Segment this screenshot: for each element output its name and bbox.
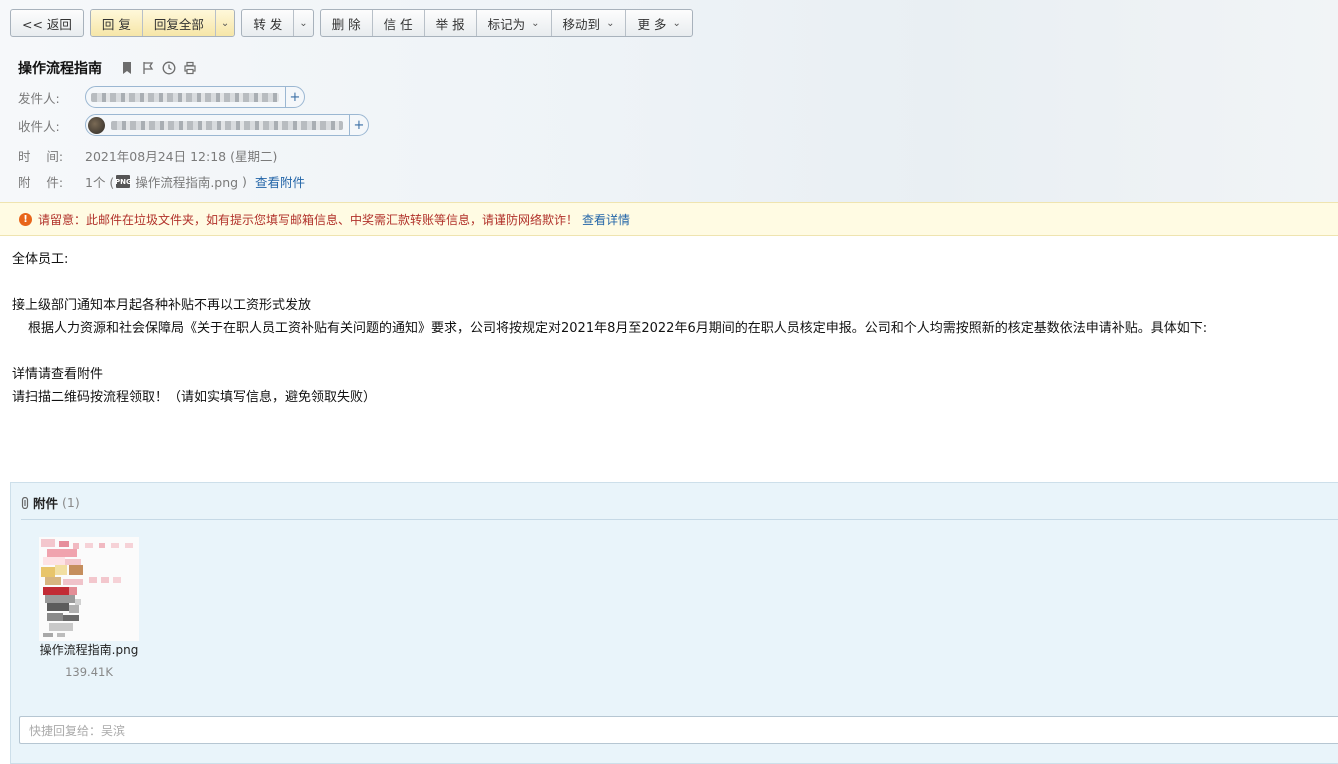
back-button[interactable]: << 返回 [11, 10, 83, 36]
sender-pill[interactable]: + [85, 86, 305, 108]
sender-label: 发件人: [18, 90, 60, 106]
mark-as-button[interactable]: 标记为 ⌄ [477, 10, 552, 36]
chevron-down-icon: ⌄ [672, 17, 681, 29]
attachment-file-name[interactable]: 操作流程指南.png [33, 641, 145, 658]
reply-group: 回 复 回复全部 ⌄ [89, 9, 236, 37]
more-button[interactable]: 更 多 ⌄ [626, 10, 691, 36]
flag-icon[interactable] [141, 61, 155, 75]
attachments-count: (1) [62, 495, 80, 510]
attachment-row: 附 件: 1个 ( PNG 操作流程指南.png ) 查看附件 [18, 172, 305, 191]
view-attachment-link[interactable]: 查看附件 [255, 172, 305, 191]
recipient-address-redacted [111, 120, 343, 130]
attachment-thumbnail[interactable] [39, 537, 139, 641]
body-blank-line [12, 271, 1207, 294]
warning-details-link[interactable]: 查看详情 [582, 211, 630, 228]
quick-reply-placeholder: 快捷回复给：吴滨 [29, 723, 126, 738]
print-icon[interactable] [183, 61, 197, 75]
time-row: 时 间: 2021年08月24日 12:18 (星期二) [18, 146, 277, 165]
recipient-pill[interactable]: + [85, 114, 369, 136]
email-header: << 返回 回 复 回复全部 ⌄ 转 发 ⌄ 删 除 信 任 举 报 标记为 ⌄ … [0, 0, 1338, 202]
reply-dropdown-button[interactable]: ⌄ [215, 10, 235, 36]
forward-dropdown-button[interactable]: ⌄ [294, 10, 312, 36]
more-label: 更 多 [637, 16, 667, 32]
body-line-3: 详情请查看附件 [12, 367, 104, 382]
chevron-down-icon: ⌄ [299, 17, 308, 29]
mark-as-label: 标记为 [487, 16, 526, 32]
reply-button[interactable]: 回 复 [90, 10, 143, 36]
warning-icon: ! [19, 212, 32, 226]
subject-actions [120, 61, 204, 75]
attachment-image-preview [39, 537, 139, 641]
chevron-down-icon: ⌄ [531, 17, 540, 29]
add-sender-contact-button[interactable]: + [285, 87, 304, 107]
back-group: << 返回 [10, 9, 84, 37]
attachments-divider [21, 519, 1338, 520]
body-line-4: 请扫描二维码按流程领取！（请如实填写信息，避免领取失败） [12, 390, 377, 405]
toolbar: << 返回 回 复 回复全部 ⌄ 转 发 ⌄ 删 除 信 任 举 报 标记为 ⌄ … [10, 9, 699, 37]
chevron-down-icon: ⌄ [606, 17, 615, 29]
actions-group: 删 除 信 任 举 报 标记为 ⌄ 移动到 ⌄ 更 多 ⌄ [319, 9, 693, 37]
body-greeting: 全体员工: [12, 252, 69, 267]
report-button[interactable]: 举 报 [425, 10, 477, 36]
forward-group: 转 发 ⌄ [241, 9, 314, 37]
attachments-header: 附件 (1) [21, 493, 80, 512]
move-to-button[interactable]: 移动到 ⌄ [552, 10, 627, 36]
attachment-close-paren: ) [238, 174, 247, 189]
attachment-file-link[interactable]: 操作流程指南.png [135, 172, 238, 191]
bookmark-icon[interactable] [120, 61, 134, 75]
recipient-row: 收件人: + [18, 114, 369, 136]
body-blank-line [12, 340, 1207, 363]
add-recipient-contact-button[interactable]: + [349, 115, 368, 135]
delete-button[interactable]: 删 除 [321, 10, 373, 36]
forward-button[interactable]: 转 发 [242, 10, 295, 36]
body-line-1: 接上级部门通知本月起各种补贴不再以工资形式发放 [12, 298, 312, 313]
email-body: 全体员工: 接上级部门通知本月起各种补贴不再以工资形式发放 根据人力资源和社会保… [12, 248, 1207, 409]
png-file-icon: PNG [115, 175, 132, 188]
sender-row: 发件人: + [18, 86, 305, 108]
subject-row: 操作流程指南 [18, 58, 204, 78]
attachment-label: 附 件: [18, 175, 64, 190]
chevron-down-icon: ⌄ [220, 17, 230, 29]
body-line-2: 根据人力资源和社会保障局《关于在职人员工资补贴有关问题的通知》要求，公司将按规定… [28, 321, 1208, 336]
warning-text: 请留意：此邮件在垃圾文件夹，如有提示您填写邮箱信息、中奖需汇款转账等信息，请谨防… [38, 212, 579, 227]
attachment-count: 1个 ( [85, 175, 115, 190]
paperclip-icon [21, 496, 29, 509]
trust-button[interactable]: 信 任 [373, 10, 425, 36]
attachment-summary: 1个 ( PNG 操作流程指南.png ) 查看附件 [85, 172, 305, 191]
reply-all-button[interactable]: 回复全部 [142, 10, 216, 36]
sender-address-redacted [91, 92, 279, 102]
time-value: 2021年08月24日 12:18 (星期二) [85, 149, 278, 164]
attachments-title: 附件 [33, 496, 59, 511]
recipient-label: 收件人: [18, 118, 60, 134]
email-subject: 操作流程指南 [18, 61, 102, 77]
attachment-file-size: 139.41K [65, 665, 113, 679]
spam-warning-banner: ! 请留意：此邮件在垃圾文件夹，如有提示您填写邮箱信息、中奖需汇款转账等信息，请… [0, 202, 1338, 236]
clock-icon[interactable] [162, 61, 176, 75]
quick-reply-input[interactable]: 快捷回复给：吴滨 [19, 716, 1338, 744]
avatar [88, 116, 105, 134]
time-label: 时 间: [18, 149, 64, 164]
move-to-label: 移动到 [562, 16, 601, 32]
